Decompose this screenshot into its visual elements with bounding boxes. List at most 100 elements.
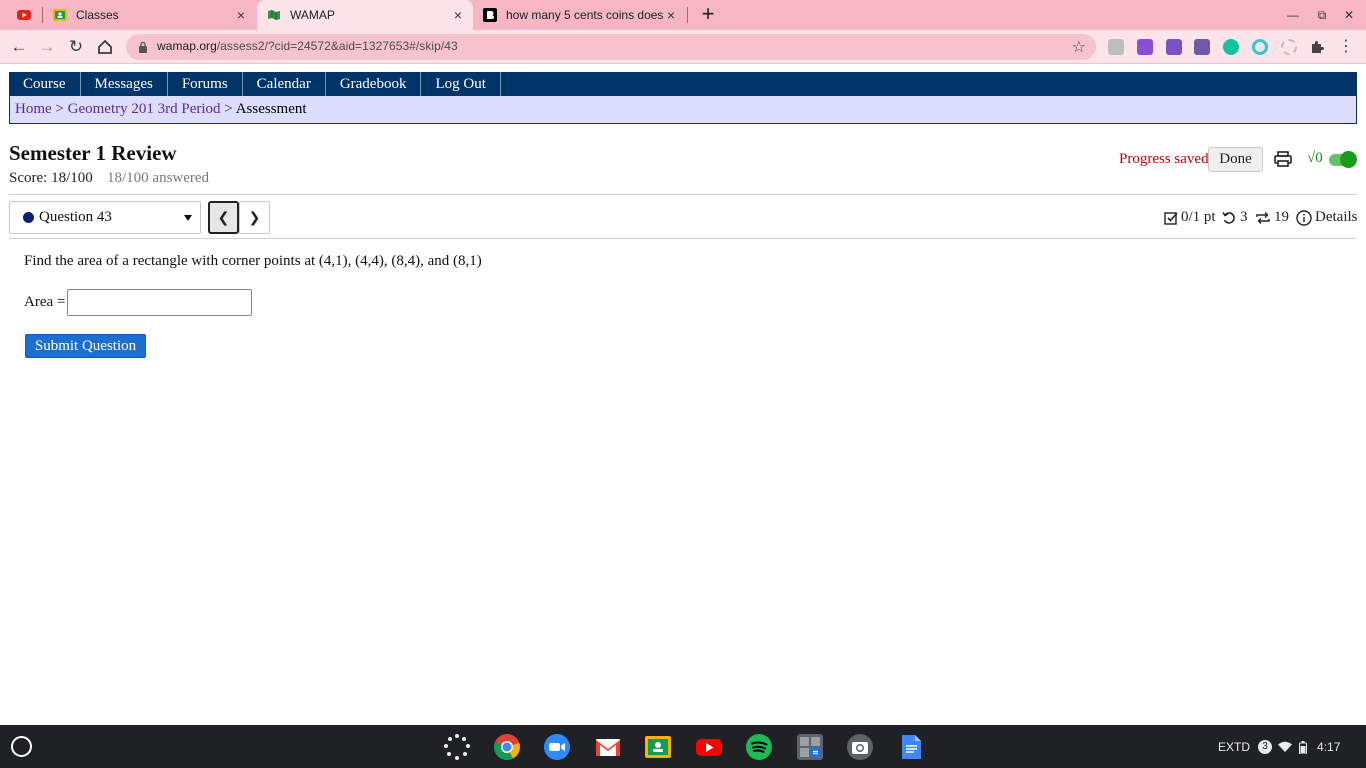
extension-icon[interactable]: [1108, 39, 1124, 55]
url-text: wamap.org/assess2/?cid=24572&aid=1327653…: [157, 39, 458, 53]
launcher-dots-icon[interactable]: [443, 733, 471, 761]
divider: [9, 238, 1357, 239]
chrome-icon[interactable]: [493, 733, 521, 761]
extension-icon[interactable]: [1166, 39, 1182, 55]
minimize-icon[interactable]: —: [1284, 6, 1302, 24]
tab-wamap[interactable]: WAMAP ×: [257, 0, 473, 30]
tab-brainly[interactable]: how many 5 cents coins does he ×: [474, 0, 686, 30]
chevron-right-icon: ❯: [248, 209, 261, 225]
grammarly-icon[interactable]: [1223, 39, 1239, 55]
tab-title: WAMAP: [290, 8, 335, 22]
repeat-icon: [1256, 211, 1270, 224]
extensions-puzzle-icon[interactable]: [1309, 39, 1325, 55]
home-icon[interactable]: [96, 38, 114, 56]
points-text: 0/1 pt: [1181, 209, 1216, 225]
nav-log-out[interactable]: Log Out: [421, 72, 501, 96]
divider: [9, 194, 1357, 195]
youtube-icon[interactable]: [695, 733, 723, 761]
nav-messages[interactable]: Messages: [81, 72, 168, 96]
retry-icon: [1222, 211, 1235, 224]
wifi-icon: [1278, 741, 1293, 752]
details-link[interactable]: Details: [1296, 209, 1358, 226]
previous-question-button[interactable]: ❮: [208, 201, 239, 234]
url-path: /assess2/?cid=24572&aid=1327653#/skip/43: [216, 39, 458, 53]
browser-toolbar: ← → ↻ wamap.org/assess2/?cid=24572&aid=1…: [0, 30, 1366, 64]
clock-time: 4:17: [1317, 740, 1341, 754]
lock-icon: [139, 41, 147, 53]
nav-calendar[interactable]: Calendar: [243, 72, 326, 96]
classroom-icon[interactable]: [644, 733, 672, 761]
docs-icon[interactable]: [897, 733, 925, 761]
google-classroom-icon: [53, 9, 67, 21]
answer-label: Area =: [24, 294, 66, 310]
spotify-icon[interactable]: [745, 733, 773, 761]
course-nav: Course Messages Forums Calendar Gradeboo…: [9, 72, 1357, 96]
question-points: 0/1 pt: [1164, 209, 1216, 226]
bookmark-star-icon[interactable]: ☆: [1072, 37, 1086, 57]
done-button[interactable]: Done: [1208, 147, 1263, 172]
tab-youtube[interactable]: [0, 0, 42, 30]
breadcrumb-current: Assessment: [235, 101, 307, 117]
tab-classes[interactable]: Classes ×: [43, 0, 256, 30]
progress-saved-status: Progress saved: [1119, 151, 1209, 167]
extension-icon[interactable]: [1281, 39, 1297, 55]
toggle-knob: [1340, 151, 1357, 168]
address-bar[interactable]: wamap.org/assess2/?cid=24572&aid=1327653…: [126, 34, 1096, 60]
submit-question-button[interactable]: Submit Question: [25, 334, 146, 358]
chevron-left-icon: ❮: [217, 209, 230, 225]
reload-icon[interactable]: ↻: [66, 37, 86, 57]
area-answer-input[interactable]: [67, 289, 252, 316]
notification-count-badge: 3: [1258, 740, 1273, 754]
close-tab-icon[interactable]: ×: [234, 8, 248, 22]
nav-course[interactable]: Course: [9, 72, 81, 96]
tab-title: how many 5 cents coins does he: [506, 8, 664, 22]
extension-icon[interactable]: [1252, 39, 1268, 55]
brainly-icon: [483, 8, 497, 22]
answered-count: 18/100 answered: [107, 170, 210, 186]
display-mode-label: EXTD: [1218, 740, 1251, 754]
next-question-button[interactable]: ❯: [239, 201, 270, 234]
checkbox-icon: [1164, 211, 1178, 225]
battery-icon: [1299, 740, 1308, 754]
nav-forums[interactable]: Forums: [168, 72, 243, 96]
question-attempts: 19: [1255, 209, 1289, 226]
extension-icon[interactable]: [1137, 39, 1153, 55]
details-label: Details: [1315, 209, 1358, 225]
calculator-icon[interactable]: [796, 733, 824, 761]
breadcrumb-course[interactable]: Geometry 201 3rd Period: [68, 101, 221, 117]
retries-count: 3: [1240, 209, 1248, 225]
new-tab-icon[interactable]: +: [697, 3, 719, 26]
camera-icon[interactable]: [846, 733, 874, 761]
system-tray[interactable]: EXTD 3 4:17: [1218, 735, 1340, 759]
breadcrumb-home[interactable]: Home: [15, 101, 52, 117]
close-tab-icon[interactable]: ×: [664, 8, 678, 22]
close-tab-icon[interactable]: ×: [451, 8, 465, 22]
gmail-icon[interactable]: [594, 733, 622, 761]
browser-menu-icon[interactable]: ⋮: [1338, 38, 1354, 56]
math-toggle-label: √0: [1307, 150, 1323, 166]
forward-icon[interactable]: →: [37, 37, 57, 57]
zoom-icon[interactable]: [543, 733, 571, 761]
question-retries: 3: [1222, 209, 1248, 226]
tab-separator: [687, 7, 688, 23]
youtube-icon: [17, 10, 31, 20]
math-entry-toggle[interactable]: √0: [1307, 150, 1357, 170]
launcher-icon[interactable]: [11, 736, 32, 757]
question-selector[interactable]: Question 43: [9, 201, 201, 234]
restore-icon[interactable]: ⧉: [1313, 6, 1331, 24]
breadcrumb-separator: >: [55, 101, 64, 117]
back-icon[interactable]: ←: [9, 37, 29, 57]
close-window-icon[interactable]: ✕: [1340, 6, 1358, 24]
score-text: Score: 18/100: [9, 170, 93, 186]
question-selector-label: Question 43: [39, 209, 112, 225]
pdf-extension-icon[interactable]: [1194, 39, 1210, 55]
wamap-icon: [268, 10, 280, 20]
page-title: Semester 1 Review: [9, 141, 177, 165]
attempts-count: 19: [1274, 209, 1289, 225]
url-host: wamap.org: [157, 39, 217, 53]
os-shelf: EXTD 3 4:17: [0, 725, 1366, 768]
caret-down-icon: [184, 215, 192, 221]
question-status-dot-icon: [23, 212, 34, 223]
print-icon[interactable]: [1274, 151, 1292, 167]
nav-gradebook[interactable]: Gradebook: [326, 72, 422, 96]
